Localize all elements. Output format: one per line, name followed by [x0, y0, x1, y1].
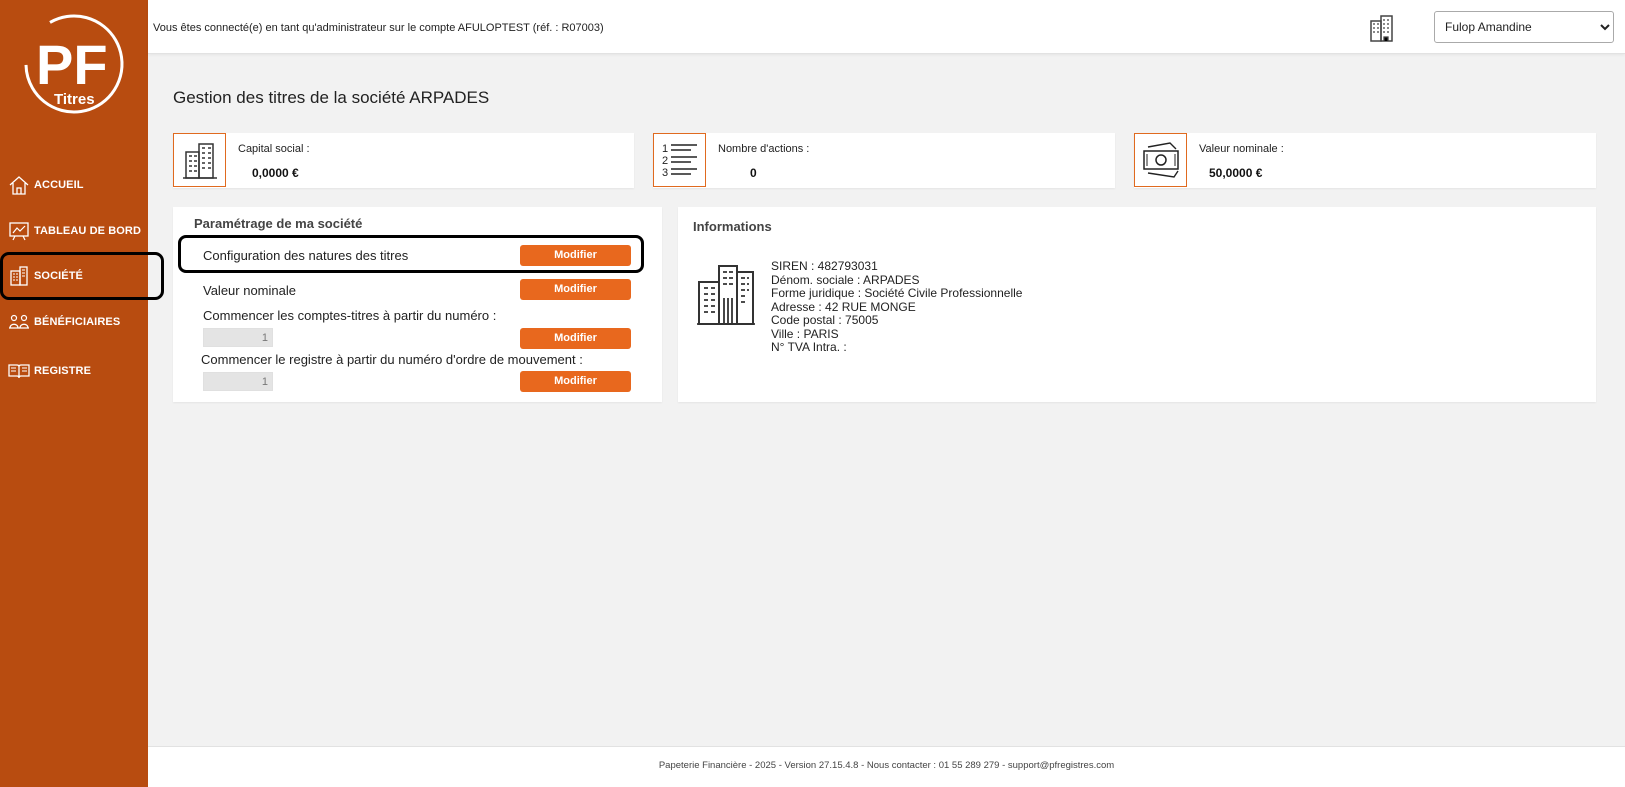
stat-value: 0 [750, 166, 757, 180]
city-line: Ville : PARIS [771, 326, 839, 341]
sidebar-item-label: SOCIÉTÉ [34, 270, 83, 282]
nombre-actions-card: 123 Nombre d'actions : 0 [653, 133, 1115, 188]
sidebar-item-accueil[interactable]: ACCUEIL [8, 164, 160, 206]
modify-account-start-button[interactable]: Modifier [520, 328, 631, 349]
stat-value: 0,0000 € [252, 166, 299, 180]
user-select[interactable]: Fulop Amandine [1434, 11, 1614, 43]
svg-text:Titres: Titres [54, 91, 95, 108]
stat-label: Nombre d'actions : [718, 143, 810, 155]
modify-register-start-button[interactable]: Modifier [520, 371, 631, 392]
sidebar-item-label: TABLEAU DE BORD [34, 225, 142, 237]
banknote-icon [1134, 133, 1187, 187]
home-icon [8, 174, 30, 196]
sidebar-item-label: REGISTRE [34, 365, 92, 377]
company-icon [8, 265, 30, 287]
sidebar-item-tableau-de-bord[interactable]: TABLEAU DE BORD [8, 210, 160, 252]
register-start-number-input[interactable] [203, 372, 273, 391]
dashboard-icon [8, 220, 30, 242]
footer: Papeterie Financière - 2025 - Version 27… [148, 746, 1625, 787]
sidebar: PF Titres ACCUEIL TABLEAU DE BORD SOCIÉT… [0, 0, 164, 787]
settings-row-label: Commencer le registre à partir du numéro… [201, 352, 583, 367]
vat-line: N° TVA Intra. : [771, 340, 847, 354]
people-icon [8, 311, 30, 333]
top-bar: Vous êtes connecté(e) en tant qu'adminis… [148, 0, 1625, 54]
modify-titles-nature-button[interactable]: Modifier [520, 245, 631, 266]
svg-text:1: 1 [662, 143, 668, 155]
sidebar-item-societe[interactable]: SOCIÉTÉ [0, 252, 164, 300]
postal-code-line: Code postal : 75005 [771, 313, 879, 327]
sidebar-item-registre[interactable]: REGISTRE [8, 350, 160, 392]
stat-label: Capital social : [238, 143, 310, 155]
settings-row-label: Commencer les comptes-titres à partir du… [203, 308, 497, 323]
pf-titres-logo[interactable]: PF Titres [22, 8, 126, 120]
settings-row-label: Configuration des natures des titres [203, 248, 409, 263]
numbered-list-icon: 123 [653, 133, 706, 187]
footer-text: Papeterie Financière - 2025 - Version 27… [658, 760, 1115, 771]
book-icon [8, 360, 30, 382]
buildings-icon [696, 258, 756, 331]
page-title: Gestion des titres de la société ARPADES [173, 88, 490, 107]
sidebar-item-beneficiaires[interactable]: BÉNÉFICIAIRES [8, 301, 160, 343]
building-icon [1368, 13, 1396, 43]
sidebar-item-label: BÉNÉFICIAIRES [34, 316, 121, 328]
denomination-line: Dénom. sociale : ARPADES [771, 272, 920, 287]
svg-text:PF: PF [36, 33, 108, 96]
legal-form-line: Forme juridique : Société Civile Profess… [771, 286, 1023, 300]
svg-text:3: 3 [662, 167, 668, 179]
modify-nominal-value-button[interactable]: Modifier [520, 279, 631, 300]
stat-value: 50,0000 € [1209, 166, 1263, 180]
settings-panel-title: Paramétrage de ma société [194, 216, 363, 231]
address-line: Adresse : 42 RUE MONGE [771, 299, 916, 314]
building-icon [173, 133, 226, 187]
sidebar-item-label: ACCUEIL [34, 179, 84, 191]
svg-text:2: 2 [662, 155, 668, 167]
connection-status-text: Vous êtes connecté(e) en tant qu'adminis… [153, 22, 604, 34]
settings-row-label: Valeur nominale [203, 283, 296, 298]
capital-social-card: Capital social : 0,0000 € [173, 133, 634, 188]
account-start-number-input[interactable] [203, 328, 273, 347]
siren-line: SIREN : 482793031 [771, 259, 878, 273]
company-info-list: SIREN : 482793031 Dénom. sociale : ARPAD… [771, 259, 1023, 355]
stat-label: Valeur nominale : [1199, 143, 1284, 155]
valeur-nominale-card: Valeur nominale : 50,0000 € [1134, 133, 1596, 188]
informations-panel-title: Informations [693, 219, 772, 234]
